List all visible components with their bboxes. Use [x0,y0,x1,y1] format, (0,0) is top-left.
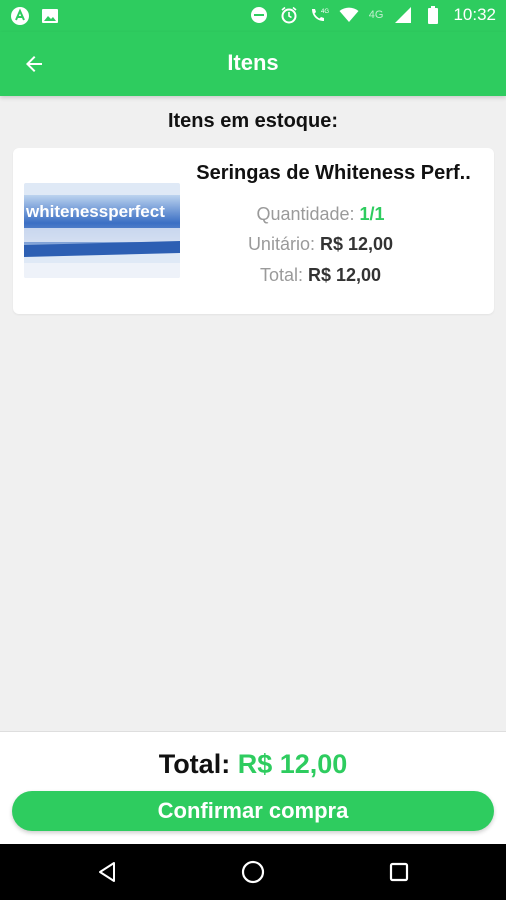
alarm-icon [279,5,299,25]
confirm-purchase-button[interactable]: Confirmar compra [12,791,494,831]
item-total-row: Total: R$ 12,00 [168,265,473,286]
order-total-value: R$ 12,00 [237,749,348,779]
network-type-label: 4G [368,9,384,21]
section-title: Itens em estoque: [167,110,339,132]
item-image-brand-text: whitenessperfect [25,202,165,221]
clock-time: 10:32 [453,5,496,24]
image-icon [40,6,60,26]
app-bar: Itens [0,32,506,96]
app-icon [10,6,30,26]
nav-home-button[interactable] [239,858,267,886]
call-4g-icon: 4G [309,5,329,25]
order-total-label: Total: [158,749,231,779]
battery-icon [423,5,443,25]
do-not-disturb-icon [249,5,269,25]
unit-price-value: R$ 12,00 [319,234,394,254]
item-card[interactable]: whitenessperfect Seringas de Whiteness P… [13,148,494,314]
triangle-back-icon [99,862,115,882]
nav-back-button[interactable] [94,858,122,886]
quantity-value: 1/1 [359,204,385,224]
item-total-label: Total: [259,265,303,285]
wifi-icon [339,5,359,25]
signal-icon [393,5,413,25]
item-name: Seringas de Whiteness Perf.. [196,162,471,184]
item-quantity-row: Quantidade: 1/1 [168,204,473,225]
status-bar: 4G 4G 10:32 [0,0,506,32]
square-recents-icon [389,862,409,882]
checkout-panel: Total: R$ 12,00 Confirmar compra [0,731,506,844]
nav-recents-button[interactable] [385,858,413,886]
item-image: whitenessperfect [24,183,180,278]
unit-price-label: Unitário: [247,234,315,254]
system-nav-bar [0,844,506,900]
svg-text:4G: 4G [321,9,329,15]
order-total: Total: R$ 12,00 [0,749,506,780]
item-total-value: R$ 12,00 [307,265,382,285]
circle-home-icon [241,860,265,884]
quantity-label: Quantidade: [256,204,355,224]
page-title: Itens [227,50,279,75]
item-unit-price-row: Unitário: R$ 12,00 [168,234,473,255]
